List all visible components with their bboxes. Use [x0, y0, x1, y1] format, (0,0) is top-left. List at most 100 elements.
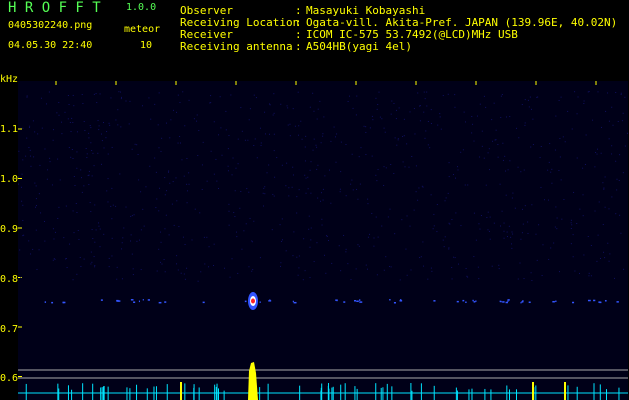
app-version: 1.0.0 — [126, 2, 157, 13]
noise-dot — [547, 169, 549, 171]
noise-dot — [366, 268, 368, 270]
meteor-trace-dot — [399, 299, 402, 301]
noise-dot — [521, 104, 523, 106]
noise-dot — [54, 231, 56, 233]
noise-dot — [396, 144, 398, 146]
noise-dot — [80, 177, 82, 179]
noise-dot — [132, 274, 134, 276]
noise-dot — [325, 272, 327, 274]
noise-dot — [385, 167, 387, 169]
noise-dot — [358, 245, 360, 247]
noise-dot — [371, 155, 373, 157]
noise-dot — [309, 246, 311, 248]
noise-dot — [541, 274, 543, 276]
noise-dot — [322, 188, 324, 190]
noise-dot — [237, 272, 239, 274]
noise-dot — [253, 145, 255, 147]
noise-dot — [88, 137, 90, 139]
noise-dot — [165, 122, 167, 124]
noise-dot — [375, 97, 377, 99]
noise-dot — [556, 228, 558, 230]
noise-dot — [38, 193, 40, 195]
noise-dot — [117, 109, 119, 111]
noise-dot — [255, 97, 257, 99]
noise-dot — [608, 208, 610, 210]
noise-dot — [476, 115, 478, 117]
noise-dot — [448, 176, 450, 178]
noise-dot — [402, 136, 404, 138]
noise-dot — [73, 176, 75, 178]
noise-dot — [110, 97, 112, 99]
noise-dot — [491, 265, 493, 267]
noise-dot — [90, 127, 92, 129]
noise-dot — [465, 121, 467, 123]
noise-dot — [166, 190, 168, 192]
noise-dot — [142, 208, 144, 210]
noise-dot — [76, 212, 78, 214]
noise-dot — [248, 191, 250, 193]
noise-dot — [583, 100, 585, 102]
meteor-trace-dot — [147, 299, 150, 301]
noise-dot — [467, 184, 469, 186]
noise-dot — [183, 175, 185, 177]
noise-dot — [40, 97, 42, 99]
noise-dot — [427, 121, 429, 123]
noise-dot — [232, 157, 234, 159]
noise-dot — [423, 265, 425, 267]
noise-dot — [313, 110, 315, 112]
noise-dot — [264, 186, 266, 188]
noise-dot — [425, 130, 427, 132]
noise-dot — [415, 165, 417, 167]
noise-dot — [184, 125, 186, 127]
noise-dot — [158, 147, 160, 149]
noise-dot — [536, 259, 538, 261]
noise-dot — [88, 174, 90, 176]
noise-dot — [436, 231, 438, 233]
meteor-trace-dot — [51, 301, 54, 304]
noise-dot — [57, 217, 59, 219]
noise-dot — [281, 164, 283, 166]
noise-dot — [460, 225, 462, 227]
noise-dot — [59, 179, 61, 181]
noise-dot — [58, 114, 60, 116]
noise-dot — [141, 105, 143, 107]
noise-dot — [67, 118, 69, 120]
noise-dot — [316, 168, 318, 170]
noise-dot — [103, 233, 105, 235]
noise-dot — [339, 191, 341, 193]
noise-dot — [427, 278, 429, 280]
noise-dot — [35, 185, 37, 187]
noise-dot — [237, 138, 239, 140]
noise-dot — [168, 170, 170, 172]
noise-dot — [228, 135, 230, 137]
noise-dot — [457, 263, 459, 265]
noise-dot — [582, 167, 584, 169]
noise-dot — [439, 116, 441, 118]
noise-dot — [97, 222, 99, 224]
noise-dot — [607, 242, 609, 244]
noise-dot — [517, 278, 519, 280]
noise-dot — [512, 192, 514, 194]
meteor-trace-dot — [356, 300, 359, 303]
noise-dot — [155, 207, 157, 209]
noise-dot — [227, 170, 229, 172]
noise-dot — [210, 102, 212, 104]
noise-dot — [273, 133, 275, 135]
noise-dot — [210, 150, 212, 152]
noise-dot — [78, 239, 80, 241]
noise-dot — [604, 176, 606, 178]
noise-dot — [419, 257, 421, 259]
noise-dot — [403, 135, 405, 137]
noise-dot — [531, 280, 533, 282]
noise-dot — [92, 238, 94, 240]
noise-dot — [110, 205, 112, 207]
noise-dot — [481, 145, 483, 147]
date-time: 04.05.30 22:40 — [8, 40, 93, 51]
noise-dot — [213, 121, 215, 123]
noise-dot — [451, 266, 453, 268]
noise-dot — [564, 141, 566, 143]
noise-dot — [89, 125, 91, 127]
noise-dot — [41, 127, 43, 129]
noise-dot — [18, 176, 20, 178]
noise-dot — [498, 268, 500, 270]
